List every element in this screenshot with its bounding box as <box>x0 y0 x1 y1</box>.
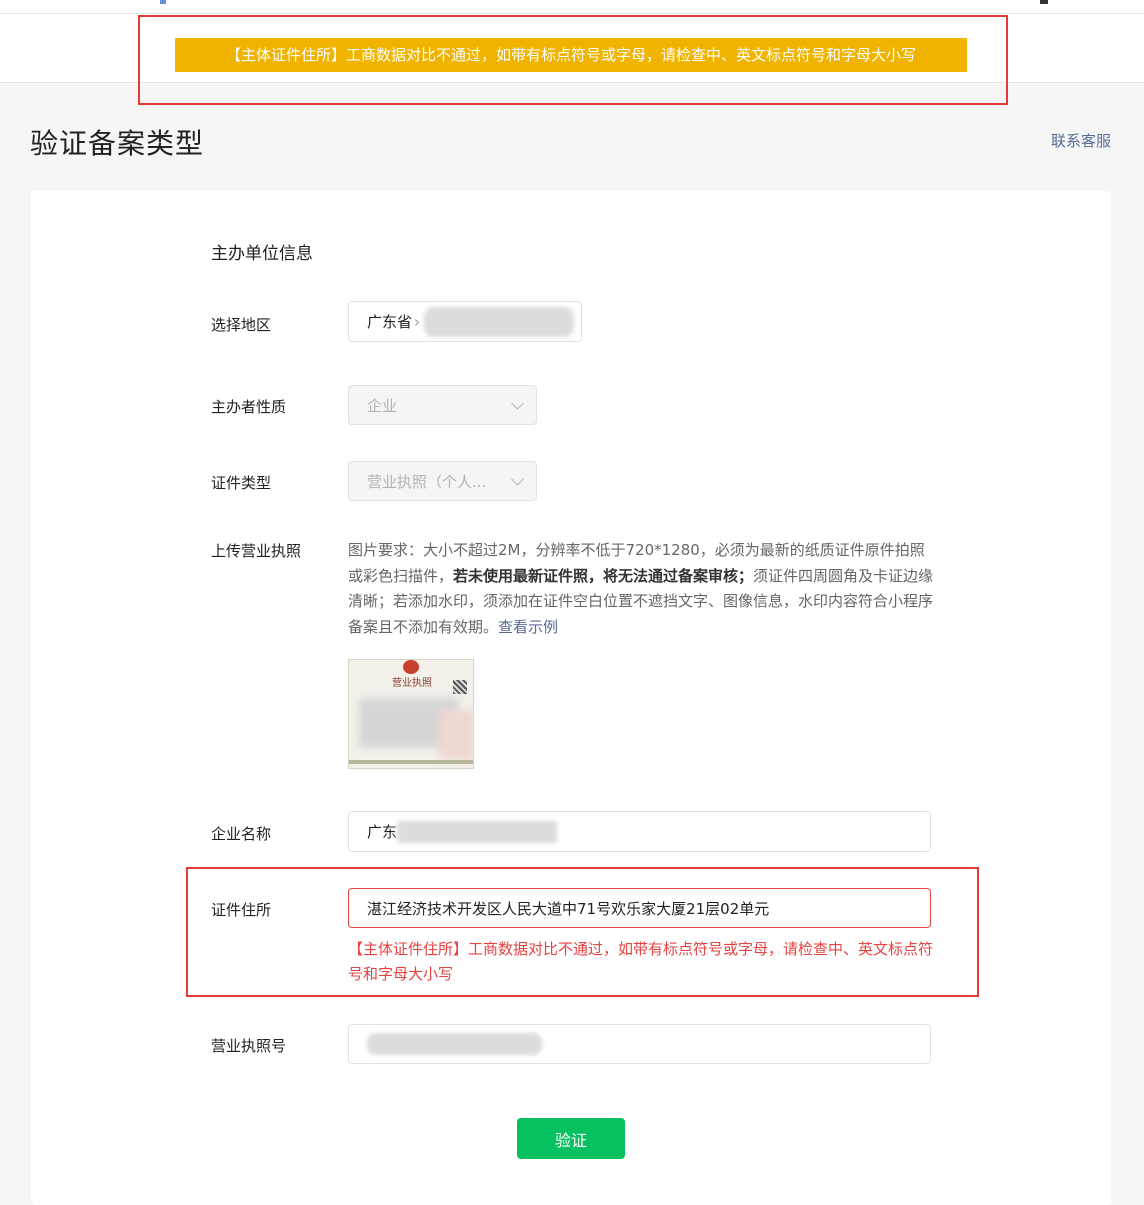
browser-strip <box>0 0 1144 14</box>
emblem-icon <box>403 660 419 674</box>
verify-button[interactable]: 验证 <box>517 1118 625 1159</box>
toolbar-icon <box>1040 0 1048 4</box>
region-separator-icon: › <box>414 312 421 331</box>
cert-type-select[interactable]: 营业执照（个人... <box>348 461 537 501</box>
qr-code-icon <box>453 680 467 694</box>
region-value: 广东省 <box>367 313 413 331</box>
sponsor-type-select[interactable]: 企业 <box>348 385 537 425</box>
page-title: 验证备案类型 <box>30 127 205 160</box>
cert-address-label: 证件住所 <box>211 901 272 919</box>
company-name-label: 企业名称 <box>211 825 272 843</box>
region-select[interactable]: 广东省 › <box>348 301 582 342</box>
thumb-border <box>349 760 473 764</box>
contact-support-link[interactable]: 联系客服 <box>1051 130 1111 151</box>
sponsor-type-label: 主办者性质 <box>211 398 287 416</box>
thumb-title: 营业执照 <box>392 678 432 689</box>
upload-requirements: 图片要求：大小不超过2M，分辨率不低于720*1280，必须为最新的纸质证件原件… <box>348 538 938 640</box>
redacted-region <box>424 306 575 337</box>
redacted-license-no <box>367 1033 542 1055</box>
cert-type-label: 证件类型 <box>211 474 272 492</box>
license-no-input[interactable] <box>348 1024 931 1064</box>
upload-label: 上传营业执照 <box>211 542 302 560</box>
upload-desc-warning: 若未使用最新证件照，将无法通过备案审核； <box>453 566 754 585</box>
redacted-company-name <box>397 820 558 843</box>
chevron-down-icon <box>511 396 524 410</box>
sponsor-type-value: 企业 <box>367 396 398 415</box>
cert-address-input[interactable]: 湛江经济技术开发区人民大道中71号欢乐家大厦21层02单元 <box>348 888 931 928</box>
toolbar-icon <box>160 0 166 4</box>
section-title: 主办单位信息 <box>211 244 313 264</box>
company-name-input[interactable]: 广东 <box>348 811 931 852</box>
cert-address-value: 湛江经济技术开发区人民大道中71号欢乐家大厦21层02单元 <box>367 899 770 918</box>
annotation-box-top <box>138 15 1008 105</box>
redacted-content <box>439 710 473 760</box>
cert-type-value: 营业执照（个人... <box>367 472 487 491</box>
license-thumbnail[interactable]: 营业执照 <box>348 659 474 769</box>
region-label: 选择地区 <box>211 316 272 334</box>
chevron-down-icon <box>511 472 524 486</box>
license-no-label: 营业执照号 <box>211 1037 287 1055</box>
company-name-value: 广东 <box>367 823 398 841</box>
cert-address-error: 【主体证件住所】工商数据对比不通过，如带有标点符号或字母，请检查中、英文标点符号… <box>348 940 934 983</box>
view-example-link[interactable]: 查看示例 <box>498 618 558 636</box>
